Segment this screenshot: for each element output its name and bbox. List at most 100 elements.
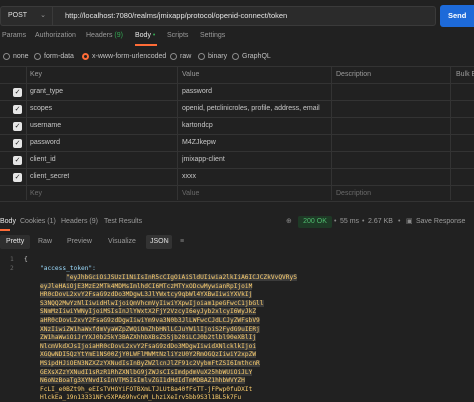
- response-tab-headers[interactable]: Headers (9): [61, 215, 98, 229]
- checkbox-checked-icon[interactable]: ✓: [13, 139, 22, 148]
- bulk-edit-link[interactable]: Bulk Edit: [456, 67, 474, 83]
- token-line: XNzIiwiZW1haWxfdmVyaWZpZWQiOmZhbHNlLCJuY…: [40, 325, 260, 333]
- table-row: ✓ client_id jmixapp-client: [0, 151, 474, 168]
- token-line: HR0cDovL2xvY2FsaG9zdDo3MDgwL3JlYWxtcy9qb…: [40, 291, 253, 299]
- radio-none[interactable]: none: [3, 51, 29, 63]
- send-button[interactable]: Send: [440, 5, 474, 27]
- dot-separator: •: [398, 218, 401, 225]
- radio-circle-icon: [170, 53, 177, 60]
- table-row: ✓ password M4ZJkepw: [0, 134, 474, 151]
- table-row: ✓ client_secret xxxx: [0, 168, 474, 185]
- tab-settings[interactable]: Settings: [200, 32, 225, 39]
- save-response-button[interactable]: Save Response: [416, 215, 465, 229]
- response-tab-body[interactable]: Body: [0, 215, 16, 229]
- radio-binary[interactable]: binary: [198, 51, 227, 63]
- format-preview[interactable]: Preview: [67, 235, 92, 249]
- new-key-placeholder[interactable]: Key: [30, 186, 42, 202]
- headers-count: (9): [114, 32, 123, 39]
- url-bar: POST ⌄ http://localhost:7080/realms/jmix…: [0, 0, 474, 32]
- request-tabs: Params Authorization Headers (9) Body • …: [0, 32, 474, 46]
- dot-separator: •: [334, 218, 337, 225]
- new-value-placeholder[interactable]: Value: [182, 186, 199, 202]
- param-value[interactable]: kartondcp: [182, 118, 213, 134]
- table-row: ✓ scopes openid, petclinicroles, profile…: [0, 100, 474, 117]
- url-input[interactable]: http://localhost:7080/realms/jmixapp/pro…: [52, 6, 436, 26]
- checkbox-checked-icon[interactable]: ✓: [13, 122, 22, 131]
- token-line: aHR0cDovL2xvY2FsaG9zdDgwIiwiYm9va3N0b3Jl…: [40, 317, 260, 324]
- format-raw[interactable]: Raw: [38, 235, 52, 249]
- format-pretty[interactable]: Pretty: [0, 235, 31, 249]
- radio-form-data[interactable]: form-data: [34, 51, 74, 63]
- globe-icon: ⊕: [286, 218, 292, 225]
- checkbox-checked-icon[interactable]: ✓: [13, 105, 22, 114]
- token-line: ZW1haWwiOiJrYXJ0b25kY3BAZXhhbXBsZS5jb20i…: [40, 334, 257, 342]
- chevron-down-icon: ⌄: [40, 12, 46, 19]
- status-badge: 200 OK: [298, 216, 332, 228]
- radio-circle-icon: [232, 53, 239, 60]
- param-key[interactable]: client_secret: [30, 169, 69, 185]
- table-header-row: Key Value Description Bulk Edit: [0, 66, 474, 83]
- new-description-placeholder[interactable]: Description: [336, 186, 371, 202]
- checkbox-checked-icon[interactable]: ✓: [13, 173, 22, 182]
- param-value[interactable]: password: [182, 84, 212, 100]
- column-header-description: Description: [336, 71, 372, 78]
- param-key[interactable]: scopes: [30, 101, 52, 117]
- radio-circle-icon: [198, 53, 205, 60]
- checkbox-checked-icon[interactable]: ✓: [13, 88, 22, 97]
- radio-graphql[interactable]: GraphQL: [232, 51, 271, 63]
- method-select[interactable]: POST ⌄: [0, 6, 52, 26]
- param-value[interactable]: xxxx: [182, 169, 196, 185]
- radio-circle-icon: [34, 53, 41, 60]
- tab-scripts[interactable]: Scripts: [167, 32, 188, 39]
- body-modified-dot: •: [152, 32, 156, 39]
- column-header-key: Key: [30, 71, 43, 78]
- format-type-select[interactable]: JSON ⌄: [146, 235, 172, 249]
- column-divider: [450, 66, 451, 200]
- token-line: FcLI_e0BZt9h_eEIsTVHOYiFOTBXmLTJLUt8a40f…: [40, 385, 253, 393]
- table-row: ✓ grant_type password: [0, 83, 474, 100]
- dot-separator: •: [362, 218, 365, 225]
- param-value[interactable]: openid, petclinicroles, profile, address…: [182, 101, 320, 117]
- response-body-code: 1 { 2 "access_token": "eyJhbGciOiJSUzI1N…: [0, 252, 474, 402]
- tab-headers[interactable]: Headers (9): [86, 32, 123, 39]
- token-line: eyJleHAiOjE3MzE2MTk4MDMsImlhdCI6MTczMTYx…: [40, 282, 253, 290]
- table-row-empty: Key Value Description: [0, 185, 474, 202]
- chevron-down-icon: ⌄: [164, 238, 170, 245]
- radio-raw[interactable]: raw: [170, 51, 191, 63]
- response-size: 2.67 KB: [368, 218, 393, 225]
- json-open-brace: {: [24, 256, 28, 263]
- param-key[interactable]: grant_type: [30, 84, 63, 100]
- column-divider: [26, 66, 27, 200]
- body-params-table: Key Value Description Bulk Edit ✓ grant_…: [0, 66, 474, 202]
- token-line: S3NQQ2MwYzNlIiwidHlwIjoiQmVhcmVyIiwiYXpw…: [40, 299, 264, 307]
- tab-body[interactable]: Body •: [135, 32, 155, 39]
- checkbox-checked-icon[interactable]: ✓: [13, 156, 22, 165]
- tab-params[interactable]: Params: [2, 32, 26, 39]
- token-line: "eyJhbGciOiJSUzI1NiIsInR5cCIgOiAiSldUIiw…: [66, 274, 297, 281]
- format-visualize[interactable]: Visualize: [108, 235, 136, 249]
- active-tab-indicator: [0, 229, 10, 231]
- token-line: NlcmVkdXJsIjoiaHR0cDovL2xvY2FsaG9zdDo3MD…: [40, 342, 257, 350]
- token-line: N6oNzBoaTg3XYNvdIsInVTMSIsImlvZGI1dHdIdT…: [40, 377, 245, 385]
- token-line: XGQwNDI5QzYtYmE1NS00ZjY0LWFlMWMtNzliYzU0…: [40, 351, 257, 359]
- response-tab-cookies[interactable]: Cookies (1): [20, 215, 56, 229]
- body-type-radios: none form-data x-www-form-urlencoded raw…: [0, 51, 474, 63]
- line-number: 1: [10, 256, 14, 263]
- param-key[interactable]: password: [30, 135, 60, 151]
- param-value[interactable]: M4ZJkepw: [182, 135, 216, 151]
- param-key[interactable]: client_id: [30, 152, 56, 168]
- response-bar: Body Cookies (1) Headers (9) Test Result…: [0, 215, 474, 231]
- token-line: HlckEa_19n13331NFv5XPA69hvCnM_LhziXeIrv5…: [40, 394, 242, 402]
- save-icon: ▣: [406, 218, 413, 225]
- radio-x-www-form-urlencoded[interactable]: x-www-form-urlencoded: [82, 51, 166, 63]
- param-key[interactable]: username: [30, 118, 61, 134]
- radio-circle-icon: [3, 53, 10, 60]
- response-tab-test-results[interactable]: Test Results: [104, 215, 142, 229]
- json-key: "access_token":: [40, 265, 96, 272]
- active-tab-indicator: [135, 44, 157, 46]
- wrap-lines-icon[interactable]: ≡: [180, 235, 184, 249]
- tab-authorization[interactable]: Authorization: [35, 32, 76, 39]
- radio-selected-icon: [82, 53, 89, 60]
- param-value[interactable]: jmixapp-client: [182, 152, 225, 168]
- line-number: 2: [10, 265, 14, 272]
